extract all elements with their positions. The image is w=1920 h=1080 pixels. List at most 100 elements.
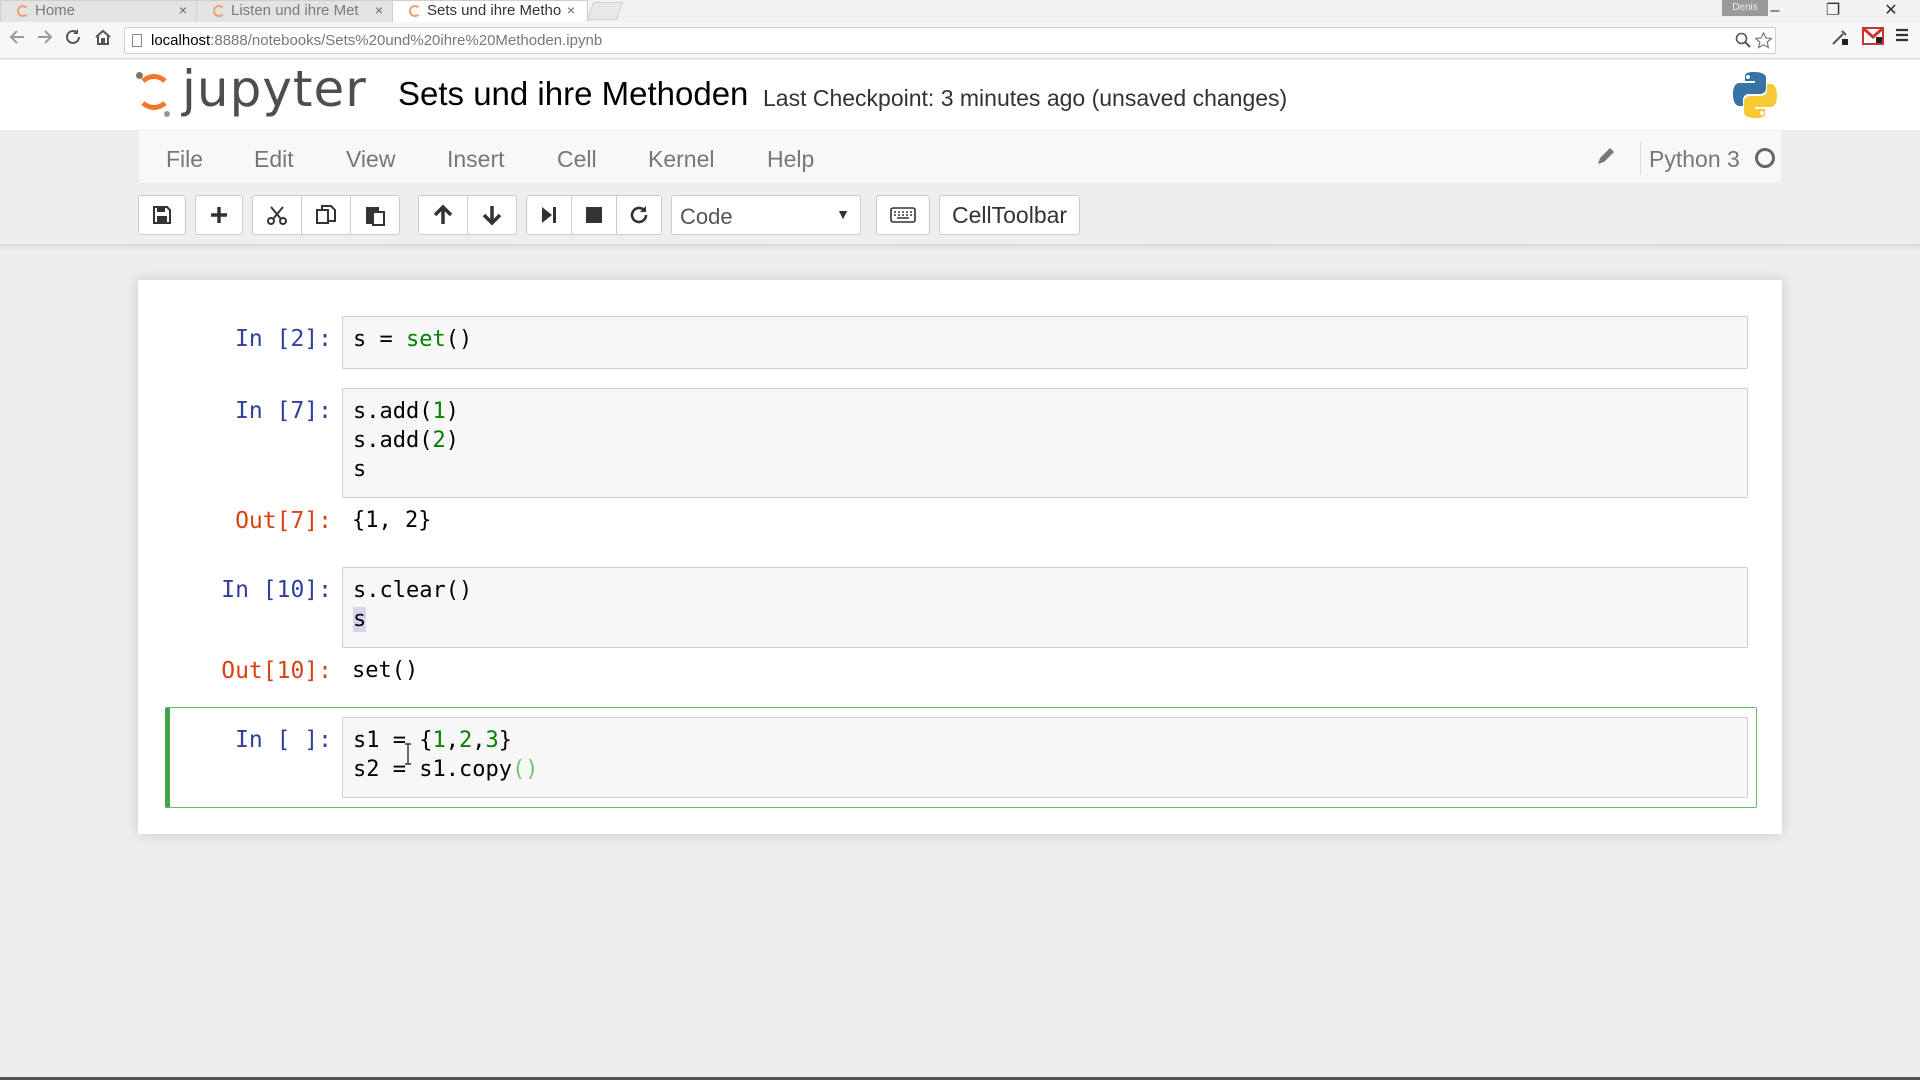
tab-label: Listen und ihre Met [231, 2, 359, 19]
menu-edit[interactable]: Edit [254, 146, 294, 173]
browser-tab-listen[interactable]: Listen und ihre Met × [196, 0, 396, 22]
pencil-icon[interactable] [1595, 145, 1617, 173]
run-cell-button[interactable] [526, 195, 572, 235]
save-icon [152, 205, 172, 225]
code-line: s [353, 457, 367, 482]
menu-help[interactable]: Help [767, 146, 814, 173]
browser-tab-bar: Home × Listen und ihre Met × Sets und ih… [0, 0, 1920, 22]
cell-output: set() [352, 658, 419, 683]
close-icon[interactable]: × [567, 2, 575, 18]
forward-icon[interactable] [36, 28, 54, 51]
home-icon[interactable] [94, 28, 112, 51]
zoom-icon[interactable] [1735, 32, 1751, 53]
menu-view[interactable]: View [346, 146, 395, 173]
jupyter-header: jupyter Sets und ihre Methoden Last Chec… [0, 60, 1920, 130]
menubar: File Edit View Insert Cell Kernel Help P… [138, 130, 1782, 184]
cell-type-select[interactable]: Code ▼ [671, 195, 861, 235]
input-prompt: In [ ]: [235, 727, 332, 753]
page-icon [132, 34, 142, 47]
logo-dot [136, 72, 143, 79]
save-button[interactable] [138, 195, 186, 235]
close-icon[interactable]: × [375, 2, 383, 18]
url-input[interactable]: localhost:8888/notebooks/Sets%20und%20ih… [124, 27, 1776, 54]
close-icon[interactable]: × [179, 2, 187, 18]
jupyter-favicon-icon [17, 5, 29, 17]
browser-address-bar: localhost:8888/notebooks/Sets%20und%20ih… [0, 22, 1920, 59]
code-line: s = set() [353, 327, 473, 352]
input-prompt: In [10]: [221, 577, 332, 603]
output-prompt: Out[10]: [221, 658, 332, 684]
stop-icon [585, 206, 603, 224]
gmail-icon[interactable] [1862, 27, 1884, 50]
copy-button[interactable] [301, 195, 351, 235]
star-icon[interactable] [1754, 31, 1773, 54]
notebook-toolbar: Code ▼ CellToolbar [138, 193, 1782, 237]
mouse-ibeam-cursor-icon [404, 743, 411, 765]
cell-type-value: Code [680, 204, 733, 229]
code-line: s.add(2) [353, 428, 459, 453]
window-controls: – ❐ ✕ [1746, 0, 1920, 22]
code-cell-editor[interactable]: s.add(1) s.add(2) s [342, 388, 1748, 498]
paste-button[interactable] [350, 195, 400, 235]
arrow-down-icon [481, 204, 503, 226]
menu-cell[interactable]: Cell [557, 146, 597, 173]
minimize-icon[interactable]: – [1746, 0, 1804, 22]
arrow-up-icon [432, 204, 454, 226]
jupyter-favicon-icon [213, 5, 225, 17]
code-line: s1 = {1,2,3} [353, 728, 512, 753]
code-line: s.add(1) [353, 399, 459, 424]
kernel-idle-indicator-icon [1755, 148, 1775, 168]
step-forward-icon [540, 205, 558, 225]
jupyter-logo[interactable]: jupyter [134, 60, 374, 124]
code-line: s.clear() [353, 578, 473, 603]
interrupt-kernel-button[interactable] [571, 195, 617, 235]
new-tab-button[interactable] [586, 2, 624, 20]
jupyter-logo-icon [136, 74, 172, 110]
cut-button[interactable] [252, 195, 302, 235]
kernel-name: Python 3 [1649, 146, 1740, 172]
copy-icon [315, 204, 337, 226]
plus-icon [209, 205, 229, 225]
cell-output: {1, 2} [352, 508, 432, 533]
reload-icon[interactable] [64, 28, 82, 51]
menu-kernel[interactable]: Kernel [648, 146, 714, 173]
keyboard-icon [890, 207, 916, 223]
insert-cell-button[interactable] [195, 195, 243, 235]
code-cell-editor[interactable]: s.clear() s [342, 567, 1748, 648]
input-prompt: In [7]: [235, 398, 332, 424]
tab-label: Home [35, 2, 76, 19]
notebook-container: In [2]: s = set() In [7]: s.add(1) s.add… [138, 280, 1782, 834]
browser-tab-sets[interactable]: Sets und ihre Metho × [392, 0, 588, 22]
restore-icon[interactable]: ❐ [1804, 0, 1862, 22]
restart-kernel-button[interactable] [616, 195, 662, 235]
back-icon[interactable] [8, 28, 26, 51]
cut-icon [266, 204, 288, 226]
kernel-separator [1640, 141, 1641, 175]
menu-insert[interactable]: Insert [447, 146, 505, 173]
code-line: s2 = s1.copy() [353, 757, 539, 782]
tab-label: Sets und ihre Metho [427, 2, 562, 19]
move-cell-up-button[interactable] [418, 195, 468, 235]
code-cell-editor[interactable]: s1 = {1,2,3} s2 = s1.copy() [342, 717, 1748, 798]
extension-icon[interactable] [1830, 27, 1850, 52]
menu-icon[interactable] [1894, 27, 1910, 48]
browser-tab-home[interactable]: Home × [0, 0, 200, 22]
header-shadow [0, 244, 1920, 250]
jupyter-favicon-icon [409, 5, 421, 17]
caret-down-icon: ▼ [836, 206, 850, 222]
checkpoint-status: Last Checkpoint: 3 minutes ago (unsaved … [763, 85, 1288, 111]
code-line: s [353, 607, 367, 632]
window-close-icon[interactable]: ✕ [1862, 0, 1920, 22]
url-text[interactable]: localhost:8888/notebooks/Sets%20und%20ih… [151, 32, 602, 49]
restart-icon [629, 205, 649, 225]
celltoolbar-button[interactable]: CellToolbar [939, 195, 1081, 235]
notebook-title[interactable]: Sets und ihre Methoden [398, 75, 748, 113]
code-cell-editor[interactable]: s = set() [342, 316, 1748, 369]
move-cell-down-button[interactable] [467, 195, 517, 235]
menu-file[interactable]: File [166, 146, 203, 173]
input-prompt: In [2]: [235, 326, 332, 352]
command-palette-button[interactable] [876, 195, 930, 235]
logo-dot [164, 111, 170, 117]
jupyter-logo-text: jupyter [182, 60, 367, 118]
output-prompt: Out[7]: [235, 508, 332, 534]
